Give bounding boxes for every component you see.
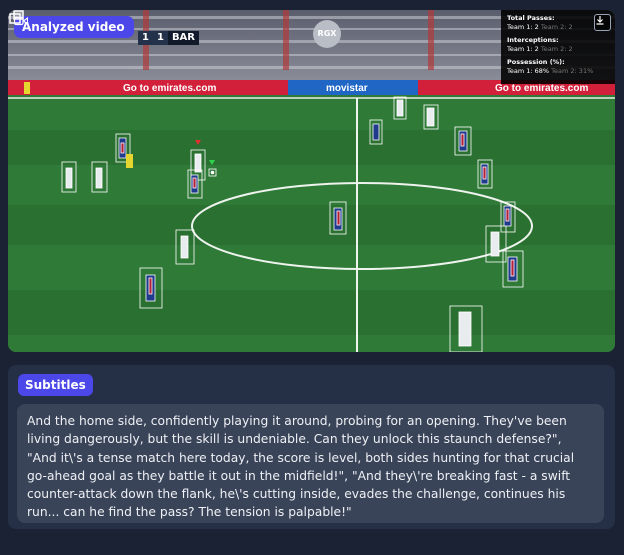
scoreboard: 1 1 BAR (138, 31, 199, 45)
analyzed-video-label: Analyzed video (22, 20, 125, 34)
possession-title: Possession (%): (507, 58, 565, 66)
interceptions-team1: Team 1: 2 (507, 45, 539, 53)
app-window: Go to emirates.com movistar Go to emirat… (0, 0, 624, 555)
channel-logo: RGX (313, 20, 341, 48)
picture-in-picture-icon[interactable] (8, 10, 24, 26)
analyzed-video-player[interactable]: Go to emirates.com movistar Go to emirat… (8, 10, 615, 352)
interceptions-title: Interceptions: (507, 36, 559, 44)
away-score: 1 (152, 31, 168, 45)
subtitles-label: Subtitles (18, 374, 93, 396)
passes-team1: Team 1: 2 (507, 23, 539, 31)
ad-board-text: movistar (326, 83, 368, 94)
ad-board-text: Go to emirates.com (123, 83, 216, 94)
possession-team1: Team 1: 68% (507, 67, 550, 75)
subtitles-text: And the home side, confidently playing i… (17, 404, 604, 523)
passes-team2: Team 2: 2 (540, 23, 573, 31)
download-icon (596, 16, 604, 25)
away-team: BAR (167, 31, 199, 45)
possession-team2: Team 2: 31% (551, 67, 594, 75)
home-score: 1 (138, 31, 153, 45)
download-button[interactable] (594, 14, 611, 31)
analyzed-video-tag: Analyzed video (14, 16, 134, 38)
subtitles-panel: Subtitles And the home side, confidently… (8, 365, 615, 529)
ad-board-text: Go to emirates.com (495, 83, 588, 94)
interceptions-team2: Team 2: 2 (540, 45, 573, 53)
